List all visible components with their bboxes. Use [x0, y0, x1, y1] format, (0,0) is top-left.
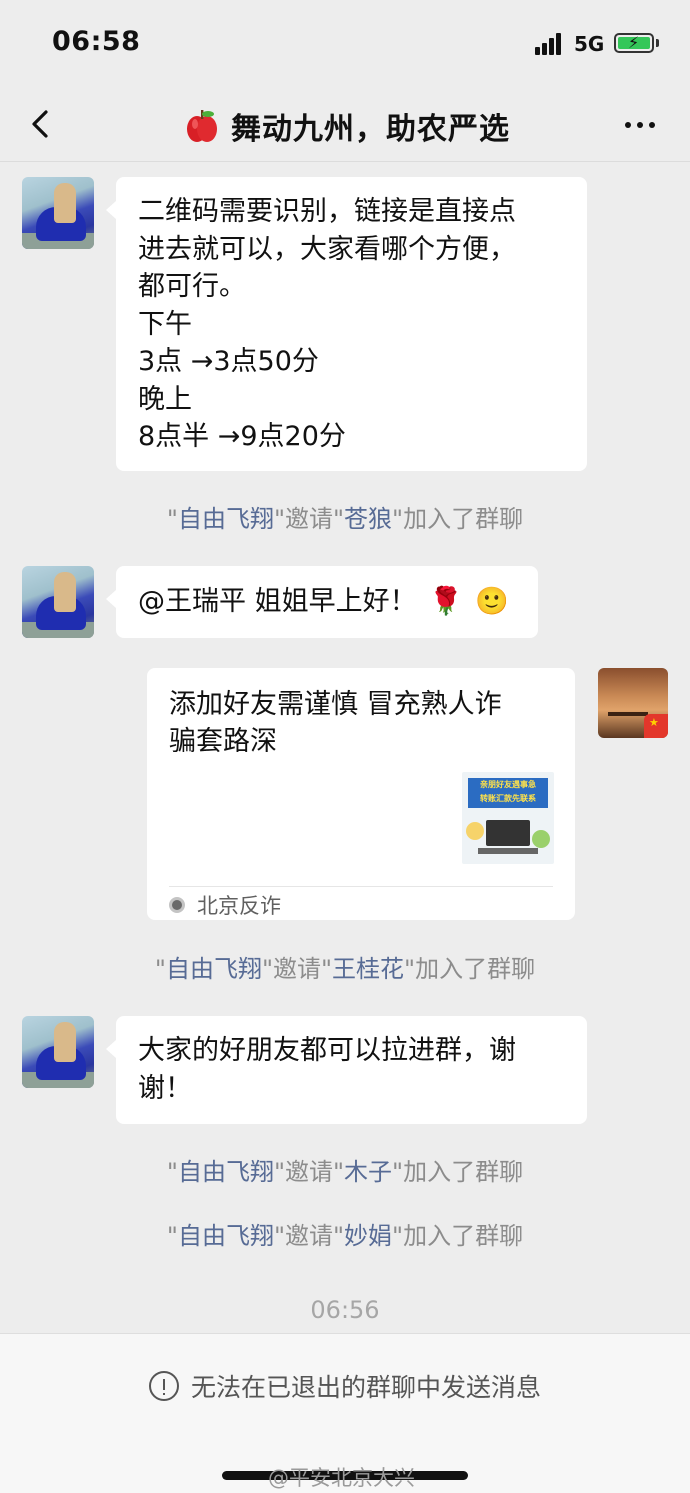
system-message: "自由飞翔"邀请"王桂花"加入了群聊 — [154, 955, 536, 983]
invitee-name[interactable]: 王桂花 — [332, 955, 404, 983]
warning-icon — [148, 1371, 179, 1401]
card-source-name: 北京反诈 — [197, 894, 281, 918]
message-bubble[interactable]: 二维码需要识别，链接是直接点 进去就可以，大家看哪个方便， 都可行。 下午 3点… — [106, 177, 587, 471]
rose-emoji-icon: 🌹 — [429, 586, 463, 617]
avatar[interactable] — [22, 177, 94, 249]
chat-title: 舞动九州，助农严选 — [185, 104, 510, 148]
thumbnail-banner: 亲朋好友遇事急 转账汇款先联系 — [468, 778, 548, 808]
inviter-name[interactable]: 自由飞翔 — [166, 955, 262, 983]
avatar[interactable] — [22, 566, 94, 638]
system-message: "自由飞翔"邀请"苍狼"加入了群聊 — [166, 505, 524, 533]
notice-text: 无法在已退出的群聊中发送消息 — [190, 1373, 541, 1402]
charging-bolt-icon: ⚡ — [628, 33, 640, 52]
card-thumbnail: 亲朋好友遇事急 转账汇款先联系 — [462, 772, 554, 864]
signal-icon — [535, 33, 565, 55]
back-icon[interactable] — [24, 104, 64, 144]
inviter-name[interactable]: 自由飞翔 — [178, 1158, 274, 1186]
inviter-name[interactable]: 自由飞翔 — [178, 1222, 274, 1250]
apple-icon — [187, 110, 217, 142]
inviter-name[interactable]: 自由飞翔 — [178, 505, 274, 533]
bottom-notice-bar: 无法在已退出的群聊中发送消息 @平安北京大兴 — [0, 1333, 690, 1493]
status-time: 06:58 — [52, 26, 141, 57]
message-text: @王瑞平 姐姐早上好！ — [138, 586, 417, 617]
card-title: 添加好友需谨慎 冒充熟人诈 骗套路深 — [169, 689, 502, 757]
status-bar: 06:58 5G ⚡ — [0, 0, 690, 90]
network-label: 5G — [574, 32, 605, 56]
invitee-name[interactable]: 妙娟 — [344, 1222, 392, 1250]
avatar[interactable] — [22, 1016, 94, 1088]
smile-emoji-icon: 🙂 — [475, 586, 510, 617]
chat-title-text: 舞动九州，助农严选 — [231, 112, 510, 147]
source-logo-icon — [169, 897, 185, 913]
chat-header: 舞动九州，助农严选 — [0, 90, 690, 162]
system-message: "自由飞翔"邀请"妙娟"加入了群聊 — [166, 1222, 524, 1250]
invitee-name[interactable]: 苍狼 — [344, 505, 392, 533]
system-message: "自由飞翔"邀请"木子"加入了群聊 — [166, 1158, 524, 1186]
more-options-icon[interactable] — [622, 110, 658, 140]
message-bubble[interactable]: @王瑞平 姐姐早上好！ 🌹 🙂 — [106, 566, 538, 638]
notice-row: 无法在已退出的群聊中发送消息 — [0, 1368, 690, 1404]
message-timestamp: 06:56 — [310, 1296, 380, 1324]
card-source: 北京反诈 — [169, 890, 281, 920]
china-flag-icon — [644, 714, 668, 738]
link-card[interactable]: 添加好友需谨慎 冒充熟人诈 骗套路深 亲朋好友遇事急 转账汇款先联系 北京反诈 — [147, 668, 575, 920]
message-text: 二维码需要识别，链接是直接点 进去就可以，大家看哪个方便， 都可行。 下午 3点… — [138, 196, 516, 452]
message-bubble[interactable]: 大家的好朋友都可以拉进群，谢 谢！ — [106, 1016, 587, 1124]
invitee-name[interactable]: 木子 — [344, 1158, 392, 1186]
my-avatar[interactable] — [598, 668, 668, 738]
message-text: 大家的好朋友都可以拉进群，谢 谢！ — [138, 1035, 516, 1104]
watermark: @平安北京大兴 — [268, 1466, 415, 1490]
